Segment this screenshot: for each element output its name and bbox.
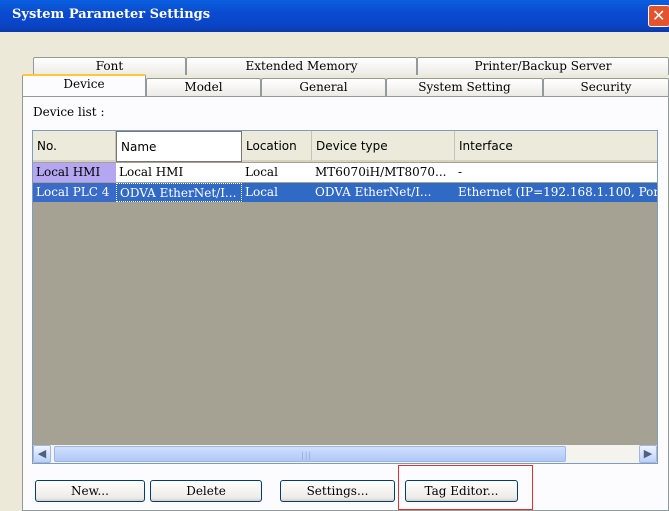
column-header-interface[interactable]: Interface — [455, 131, 657, 162]
cell-location: Local — [245, 185, 278, 199]
tab-font[interactable]: Font — [33, 57, 186, 75]
cell-name: ODVA EtherNet/I... — [116, 183, 242, 202]
new-button[interactable]: New... — [35, 480, 145, 502]
cell-no: Local HMI — [33, 163, 116, 182]
scroll-left-button[interactable]: ◀ — [33, 445, 51, 463]
horizontal-scrollbar[interactable]: ◀ ||| ▶ — [33, 445, 657, 463]
tab-device-label: Device — [63, 77, 105, 91]
delete-button[interactable]: Delete — [150, 480, 262, 502]
highlight-box — [398, 465, 533, 510]
cell-device-type: ODVA EtherNet/I... — [315, 185, 432, 199]
close-button[interactable]: ✕ — [648, 5, 669, 27]
cell-interface: - — [458, 165, 463, 179]
column-header-name[interactable]: Name — [116, 131, 242, 162]
tab-general-label: General — [299, 80, 348, 94]
cell-device-type: MT6070iH/MT8070... — [315, 165, 447, 179]
scroll-right-button[interactable]: ▶ — [639, 445, 657, 463]
tab-model[interactable]: Model — [146, 78, 261, 96]
window-title: System Parameter Settings — [12, 7, 211, 22]
tab-extended-memory[interactable]: Extended Memory — [186, 57, 417, 75]
tab-security-label: Security — [580, 80, 632, 94]
cell-no: Local PLC 4 — [33, 183, 116, 202]
close-icon: ✕ — [652, 6, 666, 25]
tab-system-setting[interactable]: System Setting — [386, 78, 543, 96]
tab-general[interactable]: General — [261, 78, 386, 96]
tab-model-label: Model — [184, 80, 223, 94]
table-row-selected[interactable]: Local PLC 4 ODVA EtherNet/I... Local ODV… — [33, 183, 658, 202]
tab-extended-memory-label: Extended Memory — [245, 59, 358, 73]
cell-name: Local HMI — [119, 165, 184, 179]
table-row[interactable]: Local HMI Local HMI Local MT6070iH/MT807… — [33, 163, 657, 182]
tab-device[interactable]: Device — [22, 74, 146, 96]
tab-printer-backup-server[interactable]: Printer/Backup Server — [417, 57, 669, 75]
device-list[interactable]: No. Name Location Device type Interface … — [32, 130, 658, 464]
scroll-thumb[interactable]: ||| — [54, 446, 566, 462]
cell-interface: Ethernet (IP=192.168.1.100, Port — [458, 185, 658, 199]
grip-icon: ||| — [301, 451, 313, 460]
tab-system-setting-label: System Setting — [418, 80, 511, 94]
cell-location: Local — [245, 165, 278, 179]
chevron-right-icon: ▶ — [643, 447, 653, 460]
settings-button[interactable]: Settings... — [280, 480, 395, 502]
chevron-left-icon: ◀ — [37, 447, 47, 460]
column-header-device-type[interactable]: Device type — [312, 131, 455, 162]
column-header-no[interactable]: No. — [33, 131, 116, 162]
tab-printer-backup-server-label: Printer/Backup Server — [474, 59, 612, 73]
tab-security[interactable]: Security — [543, 78, 669, 96]
device-list-label: Device list : — [33, 105, 105, 119]
title-bar: System Parameter Settings ✕ — [0, 0, 669, 32]
column-header-location[interactable]: Location — [242, 131, 312, 162]
tab-font-label: Font — [95, 59, 124, 73]
